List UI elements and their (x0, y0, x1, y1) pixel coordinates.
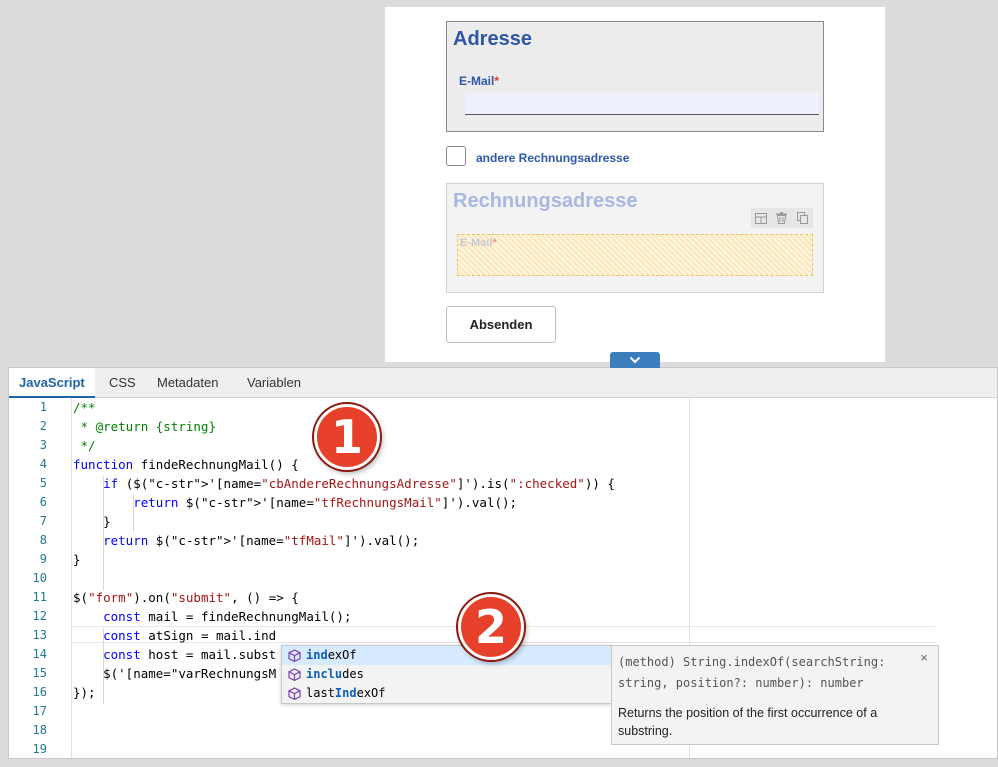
code-line[interactable]: }); (73, 685, 96, 700)
line-number: 5 (39, 476, 47, 490)
code-line[interactable]: */ (73, 438, 96, 453)
line-number: 15 (32, 666, 47, 680)
close-icon[interactable]: × (920, 650, 928, 665)
line-number: 9 (39, 552, 47, 566)
suggestion-prefix: last (306, 686, 335, 700)
code-line[interactable]: return $("c-str">'[name="tfMail"]').val(… (73, 533, 419, 548)
line-number: 11 (32, 590, 47, 604)
method-description: Returns the position of the first occurr… (618, 706, 878, 738)
line-number: 18 (32, 723, 47, 737)
email-label: E-Mail* (459, 74, 499, 88)
line-number: 1 (39, 400, 47, 414)
suggestion-rest: des (342, 667, 364, 681)
code-line[interactable]: return $("c-str">'[name="tfRechnungsMail… (73, 495, 517, 510)
code-line[interactable]: * @return {string} (73, 419, 216, 434)
line-number: 6 (39, 495, 47, 509)
suggestion-details-tooltip: (method) String.indexOf(searchString: st… (611, 645, 939, 745)
method-signature: (method) String.indexOf(searchString: st… (618, 655, 886, 690)
line-number-gutter: 1 2 3 4 5 6 7 8 9 10 11 12 13 14 15 16 17 18 19 (9, 398, 72, 758)
suggestion-rest: exOf (356, 686, 386, 700)
line-number: 8 (39, 533, 47, 547)
billing-checkbox[interactable] (446, 146, 466, 166)
line-number: 14 (32, 647, 47, 661)
layout-icon[interactable] (754, 211, 768, 225)
copy-icon[interactable] (796, 211, 810, 225)
callout-marker-1: 1 (314, 404, 380, 470)
suggestion-match: Ind (334, 686, 357, 700)
required-marker: * (492, 237, 497, 249)
editor-tabbar: JavaScript CSS Metadaten Variablen (9, 368, 997, 398)
line-number: 12 (32, 609, 47, 623)
method-icon (288, 687, 301, 701)
suggestion-match: inclu (306, 667, 343, 681)
code-line[interactable]: if ($("c-str">'[name="cbAndereRechnungsA… (73, 476, 615, 491)
code-line[interactable]: const atSign = mail.ind (73, 628, 276, 643)
chevron-down-icon (629, 356, 641, 364)
code-line[interactable]: function findeRechnungMail() { (73, 457, 299, 472)
line-number: 16 (32, 685, 47, 699)
required-marker: * (494, 74, 500, 88)
tab-metadaten[interactable]: Metadaten (147, 368, 228, 397)
billing-title: Rechnungsadresse (453, 190, 638, 212)
method-icon (288, 668, 301, 682)
code-line[interactable]: const host = mail.subst (73, 647, 276, 662)
code-line[interactable]: $("form").on("submit", () => { (73, 590, 299, 605)
tab-javascript[interactable]: JavaScript (9, 368, 95, 398)
address-fieldset: Adresse E-Mail* (446, 21, 824, 132)
component-toolbar (751, 208, 813, 228)
suggestion-item[interactable]: lastIndexOf (282, 684, 611, 703)
line-number: 3 (39, 438, 47, 452)
suggestion-match: ind (306, 648, 328, 662)
email-input[interactable] (465, 92, 819, 115)
address-title: Adresse (453, 28, 532, 50)
trash-icon[interactable] (775, 211, 789, 225)
billing-checkbox-label[interactable]: andere Rechnungsadresse (476, 151, 629, 165)
code-line[interactable]: /** (73, 400, 96, 415)
form-preview: Adresse E-Mail* andere Rechnungsadresse … (385, 7, 885, 362)
code-line[interactable]: $('[name="varRechnungsM (73, 666, 276, 681)
submit-button[interactable]: Absenden (446, 306, 556, 343)
method-icon (288, 649, 301, 663)
line-number: 7 (39, 514, 47, 528)
tab-css[interactable]: CSS (99, 368, 146, 397)
line-number: 4 (39, 457, 47, 471)
collapse-toggle[interactable] (610, 352, 660, 368)
billing-email-label: E-Mail* (460, 237, 497, 249)
code-area[interactable]: /** * @return {string} */ function findeR… (72, 398, 690, 758)
code-line[interactable]: } (73, 514, 111, 529)
suggestion-item[interactable]: indexOf (282, 646, 611, 665)
callout-marker-2: 2 (458, 594, 524, 660)
billing-email-dropzone[interactable]: E-Mail* (457, 234, 813, 276)
line-number: 10 (32, 571, 47, 585)
line-number: 19 (32, 742, 47, 756)
billing-fieldset: Rechnungsadresse E-Mail* (446, 183, 824, 293)
autocomplete-list[interactable]: indexOf includes lastIndexOf (281, 645, 612, 704)
line-number: 17 (32, 704, 47, 718)
code-editor-panel: JavaScript CSS Metadaten Variablen 12345… (8, 367, 998, 759)
billing-email-label-text: E-Mail (460, 237, 493, 249)
line-number: 2 (39, 419, 47, 433)
code-line[interactable]: const mail = findeRechnungMail(); (73, 609, 351, 624)
suggestion-rest: exOf (327, 648, 357, 662)
code-line[interactable]: } (73, 552, 81, 567)
suggestion-item[interactable]: includes (282, 665, 611, 684)
tab-variablen[interactable]: Variablen (237, 368, 311, 397)
email-label-text: E-Mail (459, 74, 495, 88)
line-number: 13 (32, 628, 47, 642)
